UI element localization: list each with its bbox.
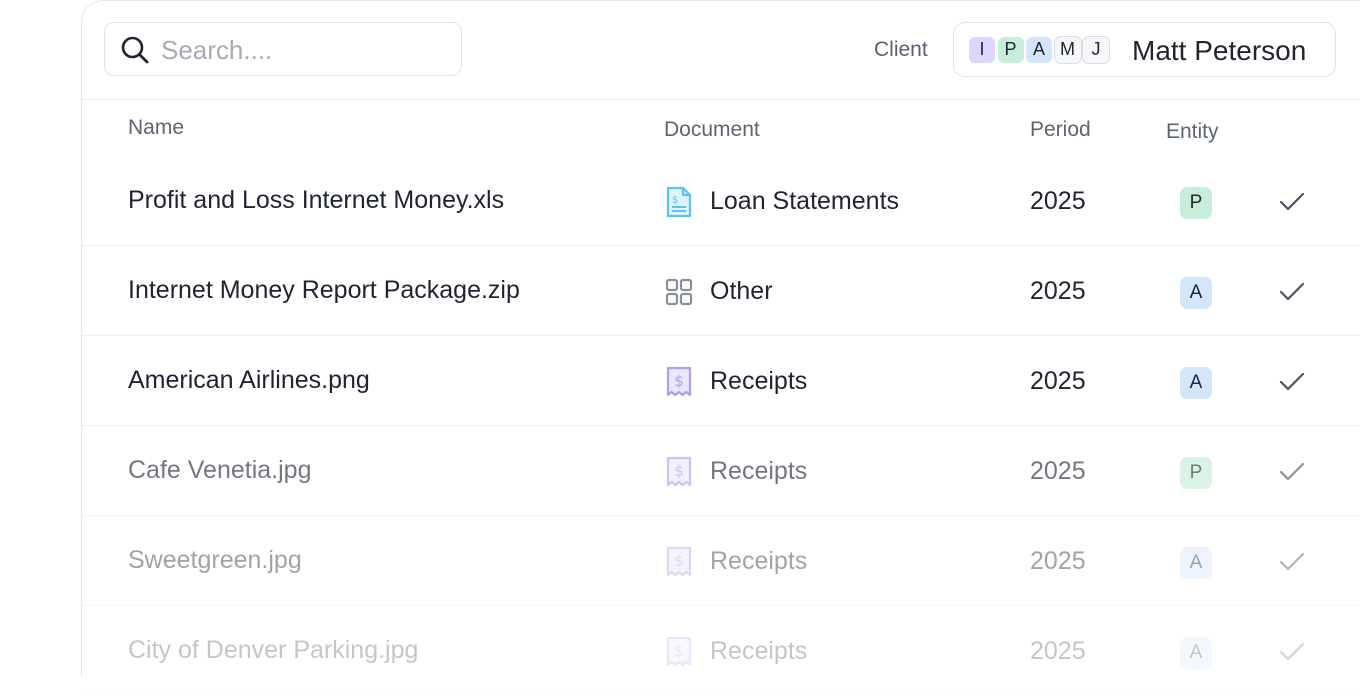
- check-icon[interactable]: [1278, 640, 1306, 664]
- period: 2025: [1030, 457, 1086, 486]
- entity-badge[interactable]: P: [1180, 457, 1212, 489]
- client-avatar: P: [997, 36, 1025, 64]
- svg-text:$: $: [674, 552, 684, 570]
- table-row[interactable]: City of Denver Parking.jpg $ Receipts 2025 A: [82, 606, 1360, 696]
- file-name[interactable]: Internet Money Report Package.zip: [128, 276, 520, 305]
- receipt-icon: $: [664, 365, 694, 399]
- file-name[interactable]: Cafe Venetia.jpg: [128, 456, 311, 485]
- document-type[interactable]: Loan Statements: [710, 187, 899, 216]
- statement-icon: $: [664, 185, 694, 219]
- table-row[interactable]: Internet Money Report Package.zip Other 20…: [82, 246, 1360, 336]
- period: 2025: [1030, 187, 1086, 216]
- column-header-document[interactable]: Document: [664, 118, 760, 142]
- client-avatar: I: [968, 36, 996, 64]
- entity-badge[interactable]: P: [1180, 187, 1212, 219]
- check-icon[interactable]: [1278, 550, 1306, 574]
- entity-badge[interactable]: A: [1180, 547, 1212, 579]
- svg-text:$: $: [674, 642, 684, 660]
- client-avatar: A: [1025, 36, 1053, 64]
- period: 2025: [1030, 277, 1086, 306]
- receipt-icon: $: [664, 455, 694, 489]
- client-select[interactable]: IPAMJ Matt Peterson: [953, 22, 1336, 77]
- document-type[interactable]: Other: [710, 277, 773, 306]
- search-box[interactable]: [104, 22, 462, 76]
- table-row[interactable]: American Airlines.png $ Receipts 2025 A: [82, 336, 1360, 426]
- table-row[interactable]: Cafe Venetia.jpg $ Receipts 2025 P: [82, 426, 1360, 516]
- receipt-icon: $: [664, 545, 694, 579]
- client-avatar: J: [1082, 36, 1110, 64]
- check-icon[interactable]: [1278, 460, 1306, 484]
- column-header-name[interactable]: Name: [128, 116, 184, 140]
- search-icon: [120, 35, 150, 65]
- period: 2025: [1030, 637, 1086, 666]
- svg-text:$: $: [674, 462, 684, 480]
- client-avatar: M: [1054, 36, 1082, 64]
- entity-badge[interactable]: A: [1180, 637, 1212, 669]
- search-input[interactable]: [159, 31, 453, 69]
- table-row[interactable]: Sweetgreen.jpg $ Receipts 2025 A: [82, 516, 1360, 606]
- document-type[interactable]: Receipts: [710, 367, 807, 396]
- file-name[interactable]: Sweetgreen.jpg: [128, 546, 302, 575]
- selected-client-name: Matt Peterson: [1132, 35, 1306, 67]
- file-name[interactable]: City of Denver Parking.jpg: [128, 636, 418, 665]
- document-type[interactable]: Receipts: [710, 457, 807, 486]
- svg-text:$: $: [674, 372, 684, 390]
- document-type[interactable]: Receipts: [710, 637, 807, 666]
- period: 2025: [1030, 367, 1086, 396]
- file-name[interactable]: American Airlines.png: [128, 366, 370, 395]
- svg-text:$: $: [672, 195, 678, 206]
- check-icon[interactable]: [1278, 370, 1306, 394]
- column-header-period[interactable]: Period: [1030, 118, 1091, 142]
- check-icon[interactable]: [1278, 280, 1306, 304]
- check-icon[interactable]: [1278, 190, 1306, 214]
- column-header-entity[interactable]: Entity: [1166, 120, 1219, 144]
- table-header-divider: [82, 99, 1360, 100]
- table-row[interactable]: Profit and Loss Internet Money.xls $ Loan …: [82, 156, 1360, 246]
- document-type[interactable]: Receipts: [710, 547, 807, 576]
- client-label: Client: [874, 38, 928, 62]
- entity-badge[interactable]: A: [1180, 277, 1212, 309]
- period: 2025: [1030, 547, 1086, 576]
- receipt-icon: $: [664, 635, 694, 669]
- grid-icon: [664, 275, 694, 309]
- entity-badge[interactable]: A: [1180, 367, 1212, 399]
- file-name[interactable]: Profit and Loss Internet Money.xls: [128, 186, 504, 215]
